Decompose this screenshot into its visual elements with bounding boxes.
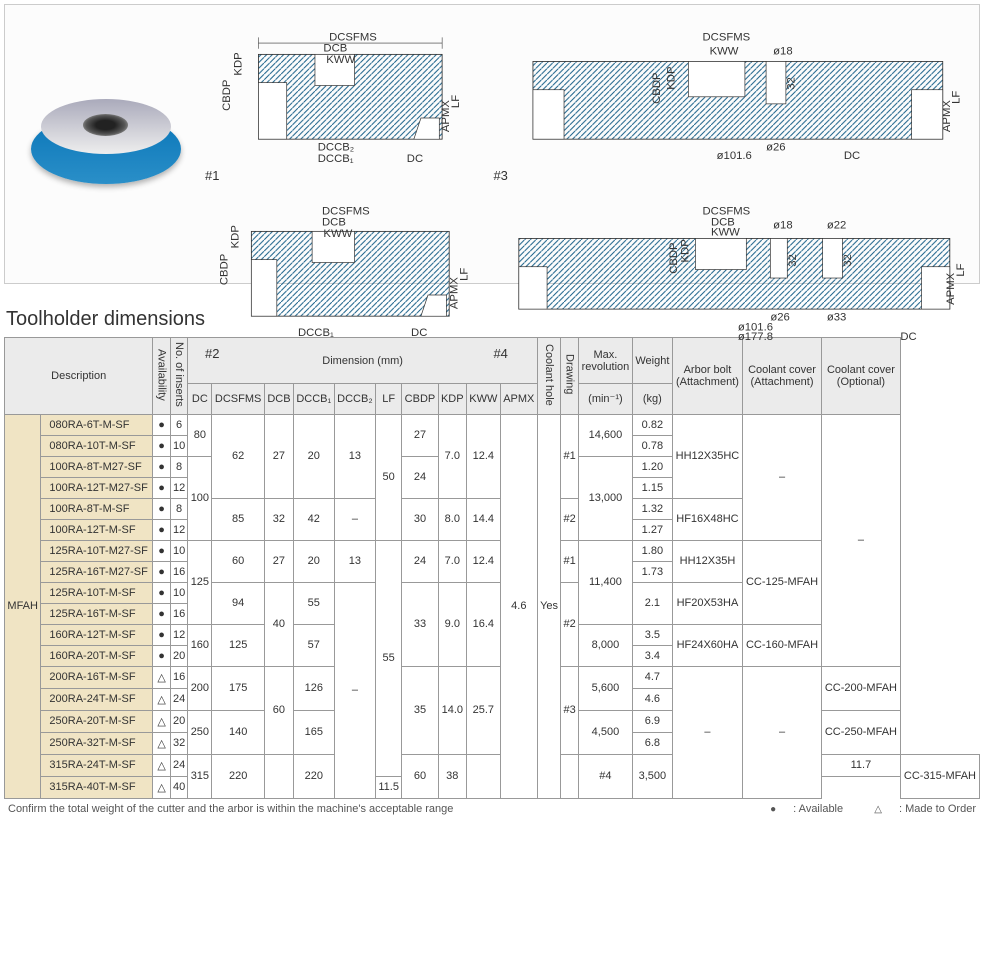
svg-text:DCSFMS: DCSFMS: [703, 31, 751, 43]
svg-text:ø26: ø26: [767, 141, 786, 153]
diagram-4: DCSFMS DCB KWW ø18 ø22 CBDP KDP 32 32 LF…: [489, 188, 973, 361]
svg-text:APMX: APMX: [440, 100, 452, 132]
svg-text:ø33: ø33: [827, 312, 846, 324]
svg-text:DC: DC: [407, 153, 423, 165]
svg-text:DC: DC: [411, 327, 427, 339]
col-inserts: No. of inserts: [170, 338, 188, 415]
table-row: 200RA-16T-M-SF △ 16 200 175 60 126 35 14…: [5, 666, 980, 688]
available-icon: [770, 803, 776, 815]
madetoorder-icon: [874, 803, 882, 815]
svg-text:KWW: KWW: [711, 227, 740, 239]
svg-text:DCB: DCB: [323, 43, 347, 55]
col-description: Description: [5, 338, 153, 415]
svg-text:ø18: ø18: [774, 220, 793, 232]
svg-text:ø18: ø18: [774, 45, 793, 57]
footnote-text: Confirm the total weight of the cutter a…: [8, 803, 453, 815]
svg-text:KDP: KDP: [232, 52, 244, 75]
svg-text:DCCB₂: DCCB₂: [318, 141, 354, 153]
table-row: MFAH 080RA-6T-M-SF ● 6 80 62 27 20 13 50…: [5, 414, 980, 435]
diagram-panel: DCSFMS DCB KWW KDP CBDP LF APMX DCCB₂ DC…: [4, 4, 980, 284]
svg-text:KDP: KDP: [680, 240, 692, 263]
product-photo: [21, 74, 191, 214]
svg-text:CBDP: CBDP: [221, 80, 233, 111]
svg-text:ø22: ø22: [827, 220, 846, 232]
svg-text:KDP: KDP: [666, 66, 678, 89]
svg-text:ø101.6: ø101.6: [717, 150, 752, 162]
svg-text:KWW: KWW: [323, 228, 352, 240]
svg-text:DC: DC: [844, 150, 860, 162]
svg-text:DCSFMS: DCSFMS: [322, 206, 370, 218]
svg-text:APMX: APMX: [941, 100, 953, 132]
svg-text:CBDP: CBDP: [652, 72, 664, 103]
svg-text:APMX: APMX: [449, 277, 461, 309]
svg-text:KDP: KDP: [230, 226, 242, 249]
diagram-3: DCSFMS KWW ø18 KDP CBDP 32 LF APMX ø26 ø…: [489, 11, 973, 184]
svg-text:DCSFMS: DCSFMS: [329, 31, 377, 43]
svg-text:DCCB₁: DCCB₁: [298, 327, 334, 339]
svg-text:KWW: KWW: [326, 54, 355, 66]
diagram-2: DCSFMS DCB KWW KDP CBDP LF APMX DCCB₁ DC…: [201, 188, 485, 361]
svg-text:APMX: APMX: [945, 273, 957, 305]
dimensions-table: Description Availability No. of inserts …: [4, 337, 980, 799]
legend: : Available : Made to Order: [742, 803, 976, 815]
svg-text:CBDP: CBDP: [218, 254, 230, 285]
diagram-2-label: #2: [201, 345, 223, 362]
svg-text:DCB: DCB: [322, 217, 346, 229]
diagram-3-label: #3: [489, 167, 511, 184]
diagram-1: DCSFMS DCB KWW KDP CBDP LF APMX DCCB₂ DC…: [201, 11, 485, 184]
technical-diagrams: DCSFMS DCB KWW KDP CBDP LF APMX DCCB₂ DC…: [201, 11, 973, 277]
svg-text:DCCB₁: DCCB₁: [318, 153, 354, 165]
diagram-1-label: #1: [201, 167, 223, 184]
footnote-row: Confirm the total weight of the cutter a…: [4, 803, 980, 815]
svg-text:32: 32: [842, 255, 854, 268]
family-cell: MFAH: [5, 414, 41, 798]
diagram-4-label: #4: [489, 345, 511, 362]
svg-text:32: 32: [787, 255, 799, 268]
svg-text:ø26: ø26: [771, 312, 790, 324]
svg-text:32: 32: [786, 77, 798, 90]
svg-text:KWW: KWW: [710, 45, 739, 57]
svg-text:DC: DC: [901, 332, 917, 344]
svg-text:CBDP: CBDP: [669, 243, 681, 274]
table-row: 315RA-24T-M-SF △ 24 315 220 220 60 38 #4…: [5, 754, 980, 776]
col-availability: Availability: [153, 338, 170, 415]
svg-text:DCSFMS: DCSFMS: [703, 206, 751, 218]
svg-text:ø177.8: ø177.8: [738, 332, 773, 344]
